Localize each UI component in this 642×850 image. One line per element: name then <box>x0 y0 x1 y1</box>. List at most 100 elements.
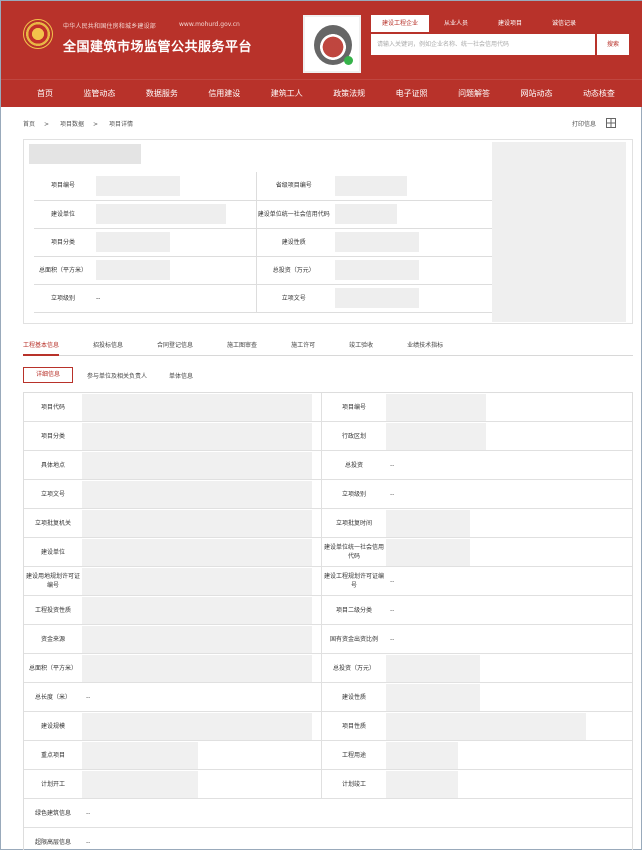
site-title: 全国建筑市场监管公共服务平台 <box>63 40 253 55</box>
summary-value <box>331 284 492 313</box>
detail-value <box>386 683 626 712</box>
nav-regulatory-news[interactable]: 监管动态 <box>83 88 115 99</box>
table-row: 项目代码 项目编号 <box>24 392 632 422</box>
search-button[interactable]: 搜索 <box>595 34 629 55</box>
table-row: 立项批复机关 立项批复时间 <box>24 508 632 538</box>
tab-bidding-info[interactable]: 招投标信息 <box>93 340 123 356</box>
nav-dynamic-check[interactable]: 动态核查 <box>583 88 615 99</box>
detail-value <box>82 624 322 654</box>
summary-value <box>92 172 257 201</box>
breadcrumb: 首页 > 项目数据 > 项目详情 打印信息 <box>23 118 633 129</box>
detail-label: 项目二级分类 <box>335 606 372 614</box>
detail-table: 项目代码 项目编号 项目分类 行政区划 具体地点 总投资 -- 立项文号 立项级… <box>23 392 633 850</box>
print-icon[interactable] <box>606 118 616 128</box>
nav-faq[interactable]: 问题解答 <box>458 88 490 99</box>
detail-label: 计划开工 <box>40 780 65 788</box>
search-tab-personnel[interactable]: 从业人员 <box>429 15 483 32</box>
tab-contract-registration[interactable]: 合同登记信息 <box>157 340 193 356</box>
detail-value <box>82 769 322 799</box>
summary-label: 建设单位统一社会信用代码 <box>256 200 331 229</box>
detail-label: 项目分类 <box>40 432 65 440</box>
nav-data-services[interactable]: 数据服务 <box>146 88 178 99</box>
breadcrumb-project-detail: 项目详情 <box>108 121 133 128</box>
detail-value: -- <box>386 451 626 480</box>
site-url[interactable]: www.mohurd.gov.cn <box>179 21 240 28</box>
breadcrumb-project-data[interactable]: 项目数据 <box>60 121 84 128</box>
detail-label: 绿色建筑信息 <box>34 809 71 817</box>
summary-row: 总面积（平方米） 总投资（万元） <box>34 256 492 285</box>
nav-credit-building[interactable]: 信用建设 <box>208 88 240 99</box>
detail-label: 立项批复时间 <box>335 519 372 527</box>
subtab-unit-info[interactable]: 单体信息 <box>169 371 193 380</box>
detail-label: 计划竣工 <box>341 780 366 788</box>
detail-value-text: -- <box>86 693 91 701</box>
qr-code-image <box>303 15 361 73</box>
table-row: 资金来源 国有资金出资比例 -- <box>24 624 632 654</box>
detail-label: 重点项目 <box>40 751 65 759</box>
summary-label: 总面积（平方米） <box>34 256 92 285</box>
main-navigation: 首页 监管动态 数据服务 信用建设 建筑工人 政策法规 电子证照 问题解答 网站… <box>1 79 642 107</box>
summary-value <box>331 256 492 285</box>
table-row: 计划开工 计划竣工 <box>24 769 632 799</box>
summary-label: 立项级别 <box>34 284 92 313</box>
detail-label: 建设单位 <box>40 548 65 556</box>
detail-value <box>386 509 626 538</box>
detail-value <box>82 537 322 567</box>
summary-row: 项目分类 建设性质 <box>34 228 492 257</box>
detail-value: -- <box>82 828 630 850</box>
tab-performance-indicators[interactable]: 业绩技术指标 <box>407 340 443 356</box>
detail-value <box>82 450 322 480</box>
project-summary-table: 项目编号 省级项目编号 建设单位 建设单位统一社会信用代码 项目分类 建设性质 … <box>34 172 492 313</box>
detail-value <box>386 393 626 422</box>
summary-value <box>331 172 492 201</box>
table-row: 总面积（平方米） 总投资（万元） <box>24 653 632 683</box>
search-tab-company[interactable]: 建设工程企业 <box>371 15 429 32</box>
table-row: 建设用地规划许可证编号 建设工程规划许可证编号 -- <box>24 566 632 596</box>
detail-label: 建设工程规划许可证编号 <box>323 573 384 589</box>
detail-value: -- <box>82 682 322 712</box>
detail-value-text: -- <box>390 606 395 614</box>
detail-label: 建设用地规划许可证编号 <box>25 573 80 589</box>
detail-label: 工程用途 <box>341 751 366 759</box>
summary-label: 建设性质 <box>256 228 331 257</box>
summary-row: 建设单位 建设单位统一社会信用代码 <box>34 200 492 229</box>
search-input[interactable]: 请输入关键词，例如企业名称、统一社会信用代码 <box>371 34 595 55</box>
tab-construction-permit[interactable]: 施工许可 <box>291 340 315 356</box>
detail-label: 项目编号 <box>341 403 366 411</box>
search-tab-project[interactable]: 建设项目 <box>483 15 537 32</box>
nav-e-certificates[interactable]: 电子证照 <box>396 88 428 99</box>
nav-policies[interactable]: 政策法规 <box>333 88 365 99</box>
breadcrumb-home[interactable]: 首页 <box>23 121 35 128</box>
tab-completion-acceptance[interactable]: 竣工验收 <box>349 340 373 356</box>
detail-label: 超限高层信息 <box>34 839 71 846</box>
detail-value <box>82 740 322 770</box>
detail-label: 总投资 <box>344 461 363 469</box>
search-panel: 建设工程企业 从业人员 建设项目 诚信记录 请输入关键词，例如企业名称、统一社会… <box>371 15 629 60</box>
detail-label: 国有资金出资比例 <box>329 635 378 643</box>
tab-drawing-review[interactable]: 施工图审查 <box>227 340 257 356</box>
summary-label: 项目分类 <box>34 228 92 257</box>
subtab-detail-info[interactable]: 详细信息 <box>23 367 73 383</box>
detail-value-text: -- <box>86 839 91 846</box>
table-row: 绿色建筑信息 -- <box>24 799 632 828</box>
nav-home[interactable]: 首页 <box>37 88 53 99</box>
detail-value <box>82 421 322 451</box>
summary-label: 项目编号 <box>34 172 92 201</box>
nav-construction-workers[interactable]: 建筑工人 <box>271 88 303 99</box>
search-tab-credit[interactable]: 诚信记录 <box>537 15 591 32</box>
detail-value <box>386 770 626 799</box>
tab-basic-info[interactable]: 工程基本信息 <box>23 340 60 356</box>
site-header: 中华人民共和国住房和城乡建设部 www.mohurd.gov.cn 全国建筑市场… <box>1 1 642 79</box>
detail-label: 项目性质 <box>341 722 366 730</box>
table-row: 超限高层信息 -- <box>24 828 632 850</box>
summary-label: 立项文号 <box>256 284 331 313</box>
nav-site-news[interactable]: 网站动态 <box>521 88 553 99</box>
detail-value <box>386 422 626 451</box>
print-info-link[interactable]: 打印信息 <box>572 119 596 128</box>
detail-value <box>386 654 626 683</box>
table-row: 工程投资性质 项目二级分类 -- <box>24 595 632 625</box>
summary-value <box>92 228 257 257</box>
detail-value: -- <box>386 480 626 509</box>
detail-value: -- <box>386 625 626 654</box>
subtab-participants[interactable]: 参与单位及相关负责人 <box>87 371 147 380</box>
